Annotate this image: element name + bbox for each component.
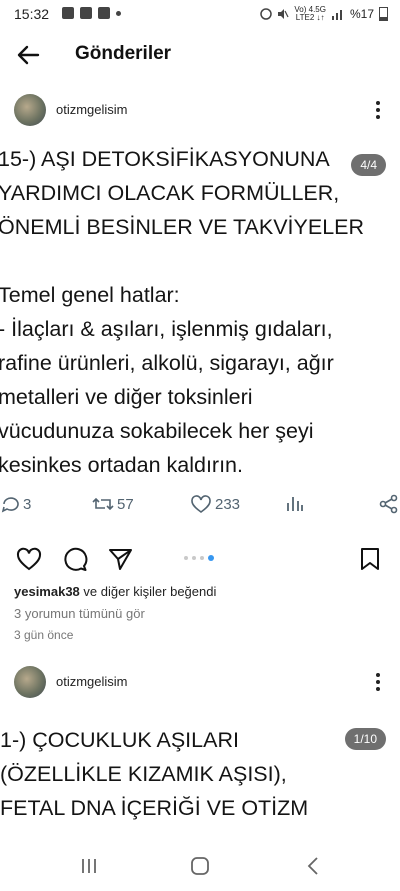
carousel-indicator — [184, 555, 214, 561]
status-time: 15:32 — [14, 6, 50, 22]
post-media[interactable]: 1-) ÇOCUKLUK AŞILARI (ÖZELLİKLE KIZAMIK … — [0, 716, 400, 844]
media-line: 15-) AŞI DETOKSİFİKASYONUNA — [0, 147, 330, 171]
carousel-dot-active — [208, 555, 214, 561]
more-options-button[interactable] — [370, 670, 386, 694]
post-header: otizmgelisim — [0, 90, 400, 134]
send-icon — [109, 549, 132, 570]
share-nodes-icon — [379, 494, 398, 514]
liked-by-user[interactable]: yesimak38 — [14, 584, 80, 599]
network-type: Vo) 4.5G LTE2 ↓↑ — [294, 5, 326, 22]
arrow-left-icon — [17, 45, 40, 65]
media-line: rafine ürünleri, alkolü, sigarayı, ağır — [0, 351, 334, 375]
media-line: YARDIMCI OLACAK FORMÜLLER, — [0, 181, 340, 205]
windows-icon — [98, 7, 110, 19]
back-button[interactable] — [14, 40, 44, 70]
media-line: ÖNEMLİ BESİNLER VE TAKVİYELER — [0, 215, 365, 239]
post-header: otizmgelisim — [0, 662, 400, 706]
media-line: vücudunuza sokabilecek her şeyi — [0, 419, 314, 443]
signal-icon — [331, 10, 342, 20]
system-icons: Vo) 4.5G LTE2 ↓↑ %17 — [260, 6, 388, 22]
carousel-dot — [200, 556, 204, 560]
media-line: (ÖZELLİKLE KIZAMIK AŞISI), — [0, 762, 287, 786]
likes-stat: 233 — [190, 494, 240, 514]
media-line: - İlaçları & aşıları, işlenmiş gıdaları, — [0, 317, 333, 341]
retweets-count: 57 — [117, 495, 134, 513]
likes-count: 233 — [215, 495, 241, 513]
comment-icon — [64, 547, 88, 571]
comment-button[interactable] — [62, 547, 88, 576]
battery-icon — [379, 7, 388, 21]
avatar[interactable] — [14, 666, 46, 698]
share-button[interactable] — [108, 547, 134, 576]
media-line — [0, 244, 364, 278]
retweets-stat: 57 — [92, 494, 134, 514]
views-stat — [286, 494, 304, 514]
avatar[interactable] — [14, 94, 46, 126]
bookmark-icon — [361, 548, 379, 570]
liked-by-text[interactable]: yesimak38 ve diğer kişiler beğendi — [14, 584, 216, 599]
home-icon — [191, 857, 209, 875]
like-button[interactable] — [16, 547, 42, 576]
recent-apps-button[interactable] — [78, 855, 100, 882]
system-nav-bar — [0, 845, 400, 891]
app-header: Gönderiler — [0, 30, 400, 80]
replies-stat: 3 — [0, 494, 31, 514]
retweet-icon — [92, 497, 114, 511]
post-username[interactable]: otizmgelisim — [56, 674, 128, 689]
gallery-icon — [62, 7, 74, 19]
media-line: kesinkes ortadan kaldırın. — [0, 453, 243, 477]
media-line: FETAL DNA İÇERİĞİ VE OTİZM — [0, 796, 309, 820]
media-line: Temel genel hatlar: — [0, 283, 180, 307]
post-actions — [0, 543, 400, 577]
carousel-dot — [184, 556, 188, 560]
box-icon — [80, 7, 92, 19]
more-options-button[interactable] — [370, 98, 386, 122]
media-line: 1-) ÇOCUKLUK AŞILARI — [0, 728, 239, 752]
replies-count: 3 — [23, 495, 32, 513]
carousel-counter: 1/10 — [344, 728, 386, 750]
share-stat — [378, 494, 400, 514]
page-title: Gönderiler — [75, 43, 172, 64]
heart-icon — [16, 547, 42, 571]
home-button[interactable] — [189, 855, 211, 882]
carousel-dot — [192, 556, 196, 560]
analytics-icon — [287, 497, 303, 511]
post-image-text: 15-) AŞI DETOKSİFİKASYONUNA YARDIMCI OLA… — [0, 142, 364, 482]
status-bar: 15:32 Vo) 4.5G LTE2 ↓↑ %17 — [0, 0, 400, 28]
post-image-text: 1-) ÇOCUKLUK AŞILARI (ÖZELLİKLE KIZAMIK … — [0, 723, 308, 825]
chevron-left-icon — [307, 857, 318, 875]
more-notifications-icon — [116, 10, 121, 16]
liked-by-rest: ve diğer kişiler beğendi — [79, 584, 217, 599]
post-date: 3 gün önce — [14, 628, 74, 642]
view-comments-link[interactable]: 3 yorumun tümünü gör — [14, 606, 145, 621]
carousel-counter: 4/4 — [351, 154, 386, 176]
save-button[interactable] — [358, 547, 382, 576]
media-line: metalleri ve diğer toksinleri — [0, 385, 253, 409]
mute-icon — [278, 9, 289, 19]
notification-icons — [62, 7, 121, 19]
nav-back-button[interactable] — [302, 855, 324, 882]
post-media[interactable]: 15-) AŞI DETOKSİFİKASYONUNA YARDIMCI OLA… — [0, 136, 400, 482]
heart-icon — [191, 495, 211, 513]
post-username[interactable]: otizmgelisim — [56, 102, 128, 117]
reply-icon — [1, 497, 19, 513]
tweet-stats: 3 57 233 — [0, 490, 400, 520]
alarm-icon — [260, 8, 273, 20]
battery-percent: %17 — [349, 7, 374, 21]
recent-apps-icon — [82, 859, 96, 873]
